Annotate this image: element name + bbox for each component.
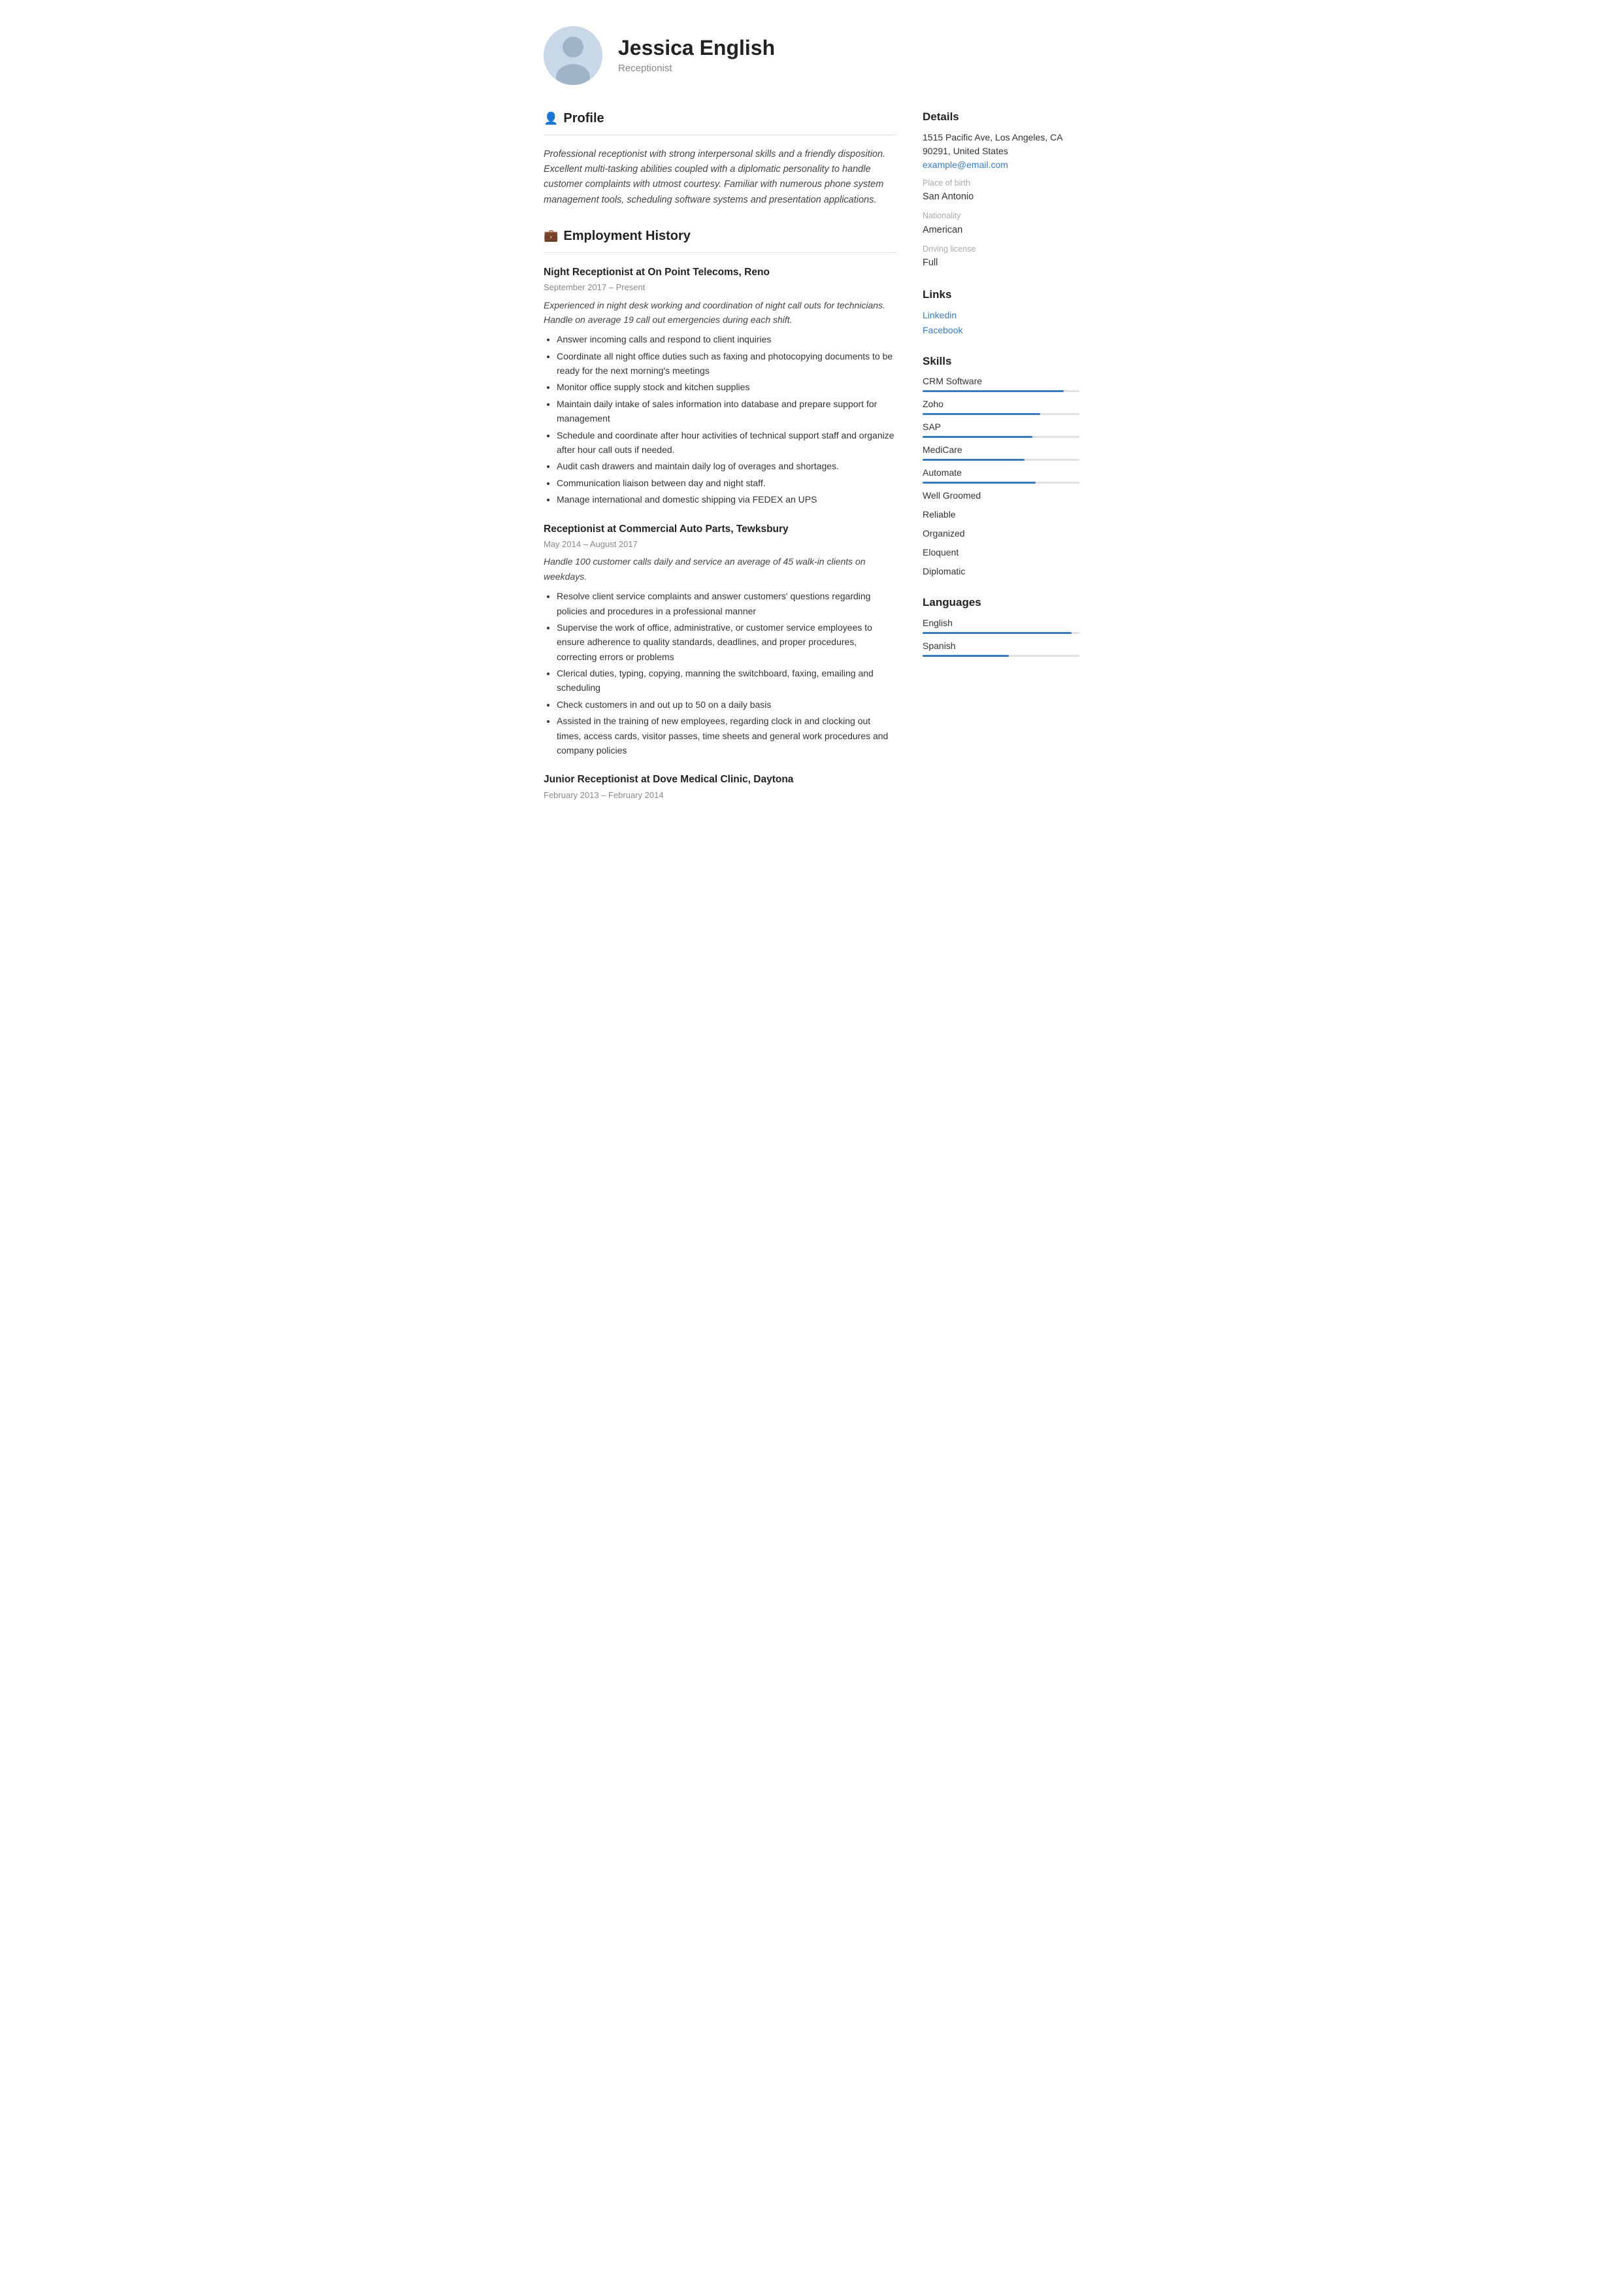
job-1-dates: September 2017 – Present bbox=[544, 281, 896, 294]
job-3: Junior Receptionist at Dove Medical Clin… bbox=[544, 772, 896, 801]
employment-icon: 💼 bbox=[544, 227, 558, 244]
details-section: Details 1515 Pacific Ave, Los Angeles, C… bbox=[923, 108, 1079, 271]
skill-sap-bar-fill bbox=[923, 436, 1032, 438]
skill-wellgroomed: Well Groomed bbox=[923, 489, 1079, 503]
job-3-dates: February 2013 – February 2014 bbox=[544, 789, 896, 802]
skill-organized-name: Organized bbox=[923, 527, 1079, 541]
skill-sap-bar-bg bbox=[923, 436, 1079, 438]
driving-license: Full bbox=[923, 256, 1079, 271]
job-2-summary: Handle 100 customer calls daily and serv… bbox=[544, 554, 896, 584]
employment-section: 💼 Employment History Night Receptionist … bbox=[544, 226, 896, 801]
job-1-bullet-6: Audit cash drawers and maintain daily lo… bbox=[557, 459, 896, 473]
driving-license-label: Driving license bbox=[923, 243, 1079, 256]
header-info: Jessica English Receptionist bbox=[618, 35, 775, 76]
profile-section: 👤 Profile Professional receptionist with… bbox=[544, 108, 896, 208]
lang-spanish: Spanish bbox=[923, 639, 1079, 657]
skill-sap: SAP bbox=[923, 420, 1079, 438]
lang-english-bar-bg bbox=[923, 632, 1079, 634]
job-2-bullet-2: Supervise the work of office, administra… bbox=[557, 620, 896, 664]
email: example@email.com bbox=[923, 158, 1079, 172]
languages-section: Languages English Spanish bbox=[923, 594, 1079, 657]
skills-section: Skills CRM Software Zoho SAP bbox=[923, 353, 1079, 579]
main-column: 👤 Profile Professional receptionist with… bbox=[544, 108, 896, 820]
skill-zoho-name: Zoho bbox=[923, 397, 1079, 411]
skill-crm-bar-bg bbox=[923, 390, 1079, 392]
employment-section-title: 💼 Employment History bbox=[544, 226, 896, 246]
job-1-title: Night Receptionist at On Point Telecoms,… bbox=[544, 265, 896, 280]
links-section-title: Links bbox=[923, 286, 1079, 303]
skill-medicare: MediCare bbox=[923, 443, 1079, 461]
skill-automate-bar-fill bbox=[923, 482, 1036, 484]
nationality: American bbox=[923, 224, 1079, 238]
skill-automate-bar-bg bbox=[923, 482, 1079, 484]
skill-crm: CRM Software bbox=[923, 374, 1079, 392]
skill-zoho-bar-bg bbox=[923, 413, 1079, 415]
skill-wellgroomed-name: Well Groomed bbox=[923, 489, 1079, 503]
job-1-bullet-8: Manage international and domestic shippi… bbox=[557, 492, 896, 507]
job-1-bullet-5: Schedule and coordinate after hour activ… bbox=[557, 428, 896, 458]
skill-automate-name: Automate bbox=[923, 466, 1079, 480]
job-1-bullets: Answer incoming calls and respond to cli… bbox=[544, 332, 896, 507]
place-of-birth-label: Place of birth bbox=[923, 177, 1079, 190]
skill-diplomatic-name: Diplomatic bbox=[923, 565, 1079, 578]
details-section-title: Details bbox=[923, 108, 1079, 125]
candidate-title: Receptionist bbox=[618, 61, 775, 76]
profile-section-title: 👤 Profile bbox=[544, 108, 896, 128]
header: Jessica English Receptionist bbox=[544, 26, 1079, 85]
job-1-summary: Experienced in night desk working and co… bbox=[544, 298, 896, 327]
job-2-bullet-1: Resolve client service complaints and an… bbox=[557, 589, 896, 618]
lang-spanish-bar-bg bbox=[923, 655, 1079, 657]
skill-reliable: Reliable bbox=[923, 508, 1079, 522]
lang-english-bar-fill bbox=[923, 632, 1072, 634]
job-2-bullets: Resolve client service complaints and an… bbox=[544, 589, 896, 757]
lang-spanish-name: Spanish bbox=[923, 639, 1079, 653]
skill-organized: Organized bbox=[923, 527, 1079, 541]
linkedin-link[interactable]: Linkedin bbox=[923, 308, 1079, 322]
links-section: Links Linkedin Facebook bbox=[923, 286, 1079, 337]
skill-medicare-bar-bg bbox=[923, 459, 1079, 461]
job-1: Night Receptionist at On Point Telecoms,… bbox=[544, 265, 896, 507]
skill-zoho: Zoho bbox=[923, 397, 1079, 415]
job-1-bullet-7: Communication liaison between day and ni… bbox=[557, 476, 896, 490]
resume-page: Jessica English Receptionist 👤 Profile P… bbox=[517, 0, 1106, 859]
job-2: Receptionist at Commercial Auto Parts, T… bbox=[544, 522, 896, 758]
place-of-birth: San Antonio bbox=[923, 190, 1079, 205]
job-2-bullet-4: Check customers in and out up to 50 on a… bbox=[557, 697, 896, 712]
job-2-bullet-5: Assisted in the training of new employee… bbox=[557, 714, 896, 757]
profile-icon: 👤 bbox=[544, 110, 558, 127]
job-1-bullet-1: Answer incoming calls and respond to cli… bbox=[557, 332, 896, 346]
job-2-bullet-3: Clerical duties, typing, copying, mannin… bbox=[557, 666, 896, 695]
skill-automate: Automate bbox=[923, 466, 1079, 484]
lang-spanish-bar-fill bbox=[923, 655, 1009, 657]
lang-english-name: English bbox=[923, 616, 1079, 630]
sidebar-column: Details 1515 Pacific Ave, Los Angeles, C… bbox=[923, 108, 1079, 820]
candidate-name: Jessica English bbox=[618, 35, 775, 60]
skill-crm-name: CRM Software bbox=[923, 374, 1079, 388]
lang-english: English bbox=[923, 616, 1079, 634]
skill-sap-name: SAP bbox=[923, 420, 1079, 434]
skill-crm-bar-fill bbox=[923, 390, 1064, 392]
skill-medicare-name: MediCare bbox=[923, 443, 1079, 457]
skills-section-title: Skills bbox=[923, 353, 1079, 370]
facebook-link[interactable]: Facebook bbox=[923, 324, 1079, 337]
job-2-dates: May 2014 – August 2017 bbox=[544, 538, 896, 551]
languages-section-title: Languages bbox=[923, 594, 1079, 611]
employment-divider bbox=[544, 252, 896, 253]
skill-diplomatic: Diplomatic bbox=[923, 565, 1079, 578]
job-2-title: Receptionist at Commercial Auto Parts, T… bbox=[544, 522, 896, 537]
job-1-bullet-3: Monitor office supply stock and kitchen … bbox=[557, 380, 896, 394]
job-1-bullet-2: Coordinate all night office duties such … bbox=[557, 349, 896, 378]
skill-medicare-bar-fill bbox=[923, 459, 1025, 461]
skill-zoho-bar-fill bbox=[923, 413, 1040, 415]
nationality-label: Nationality bbox=[923, 210, 1079, 222]
main-columns: 👤 Profile Professional receptionist with… bbox=[544, 108, 1079, 820]
job-3-title: Junior Receptionist at Dove Medical Clin… bbox=[544, 772, 896, 787]
profile-text: Professional receptionist with strong in… bbox=[544, 147, 896, 208]
job-1-bullet-4: Maintain daily intake of sales informati… bbox=[557, 397, 896, 426]
avatar bbox=[544, 26, 602, 85]
address: 1515 Pacific Ave, Los Angeles, CA 90291,… bbox=[923, 131, 1079, 158]
skill-reliable-name: Reliable bbox=[923, 508, 1079, 522]
skill-eloquent: Eloquent bbox=[923, 546, 1079, 559]
skill-eloquent-name: Eloquent bbox=[923, 546, 1079, 559]
